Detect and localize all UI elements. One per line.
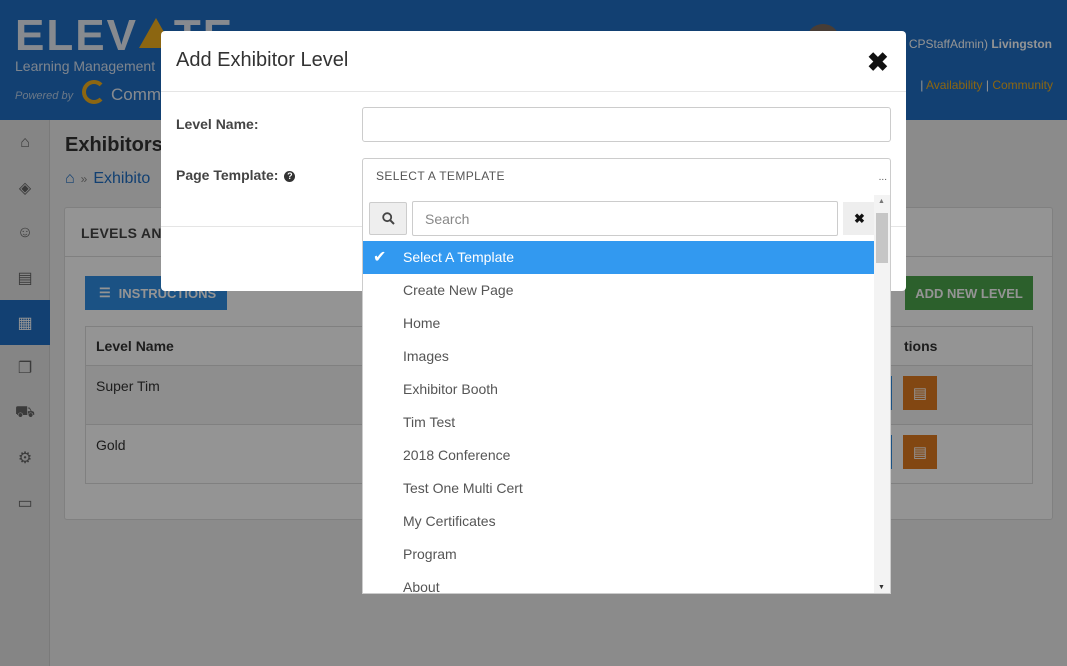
list-item[interactable]: About xyxy=(363,571,874,593)
list-item[interactable]: ✔ Select A Template xyxy=(363,241,874,274)
close-icon: ✖ xyxy=(854,210,865,226)
dropdown-search-row: ✖ xyxy=(363,195,876,241)
list-item[interactable]: My Certificates xyxy=(363,505,874,538)
list-item[interactable]: Home xyxy=(363,307,874,340)
search-input[interactable] xyxy=(412,201,838,236)
close-icon[interactable]: ✖ xyxy=(867,49,889,75)
scroll-up-icon[interactable]: ▲ xyxy=(878,198,885,205)
list-item[interactable]: Test One Multi Cert xyxy=(363,472,874,505)
scroll-thumb[interactable] xyxy=(876,213,888,263)
scroll-down-icon[interactable]: ▼ xyxy=(878,584,885,591)
page-template-label: Page Template: ? xyxy=(176,167,296,183)
list-item[interactable]: Exhibitor Booth xyxy=(363,373,874,406)
dropdown-scrollbar[interactable]: ▲ ▼ xyxy=(874,195,890,593)
level-name-input[interactable] xyxy=(362,107,891,142)
list-item[interactable]: Images xyxy=(363,340,874,373)
help-icon[interactable]: ? xyxy=(284,171,296,182)
list-item[interactable]: Tim Test xyxy=(363,406,874,439)
magnifier-glyph xyxy=(381,212,395,225)
search-icon[interactable] xyxy=(369,202,407,235)
list-item[interactable]: 2018 Conference xyxy=(363,439,874,472)
template-dropdown: ✖ ✔Select A Template Create New Page Hom… xyxy=(362,195,891,594)
check-icon: ✔ xyxy=(373,249,387,266)
modal-title: Add Exhibitor Level xyxy=(176,49,349,71)
list-item[interactable]: Create New Page xyxy=(363,274,874,307)
ellipsis-icon: ... xyxy=(878,172,887,183)
divider xyxy=(161,91,906,92)
select-value: SELECT A TEMPLATE xyxy=(376,169,505,183)
template-options: ✔ Select A Template Create New Page Home … xyxy=(363,241,874,593)
clear-search-button[interactable]: ✖ xyxy=(843,202,876,235)
page-template-select[interactable]: SELECT A TEMPLATE ... xyxy=(362,158,891,195)
level-name-label: Level Name: xyxy=(176,116,259,132)
list-item[interactable]: Program xyxy=(363,538,874,571)
